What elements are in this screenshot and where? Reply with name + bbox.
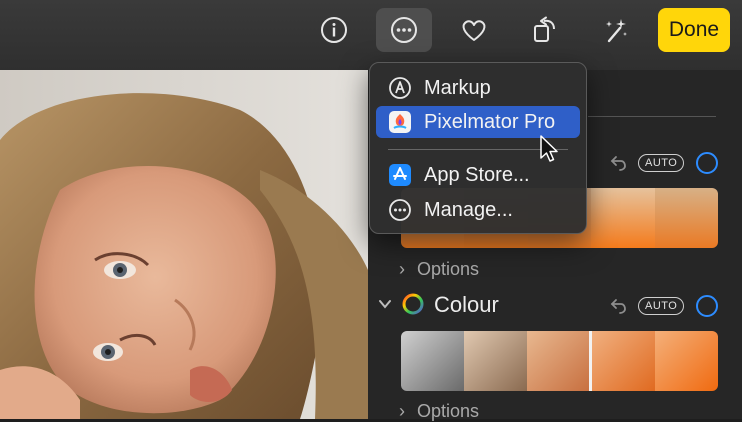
auto-enhance-magic-wand-icon <box>606 19 627 43</box>
light-options-row[interactable]: › Options <box>399 259 479 280</box>
chevron-right-icon: › <box>399 259 405 279</box>
rotate-icon <box>534 16 555 42</box>
menu-item-manage[interactable]: Manage... <box>376 194 580 226</box>
pixelmator-pro-app-icon <box>388 110 412 134</box>
auto-enhance-button[interactable] <box>587 8 643 52</box>
menu-item-label: Manage... <box>424 198 513 221</box>
colour-wheel-icon <box>402 293 424 315</box>
manage-more-icon <box>388 198 412 222</box>
colour-thumbnail-strip[interactable] <box>401 331 718 391</box>
favorite-heart-icon <box>462 20 486 41</box>
favorite-button[interactable] <box>446 8 502 52</box>
colour-section-title: Colour <box>434 292 499 317</box>
portrait-photo <box>0 70 368 419</box>
colour-toggle[interactable] <box>696 295 718 317</box>
light-toggle[interactable] <box>696 152 718 174</box>
chevron-down-icon[interactable] <box>377 296 393 312</box>
menu-item-label: Markup <box>424 76 491 99</box>
light-auto-badge[interactable]: AUTO <box>638 154 685 172</box>
app-store-icon <box>388 163 412 187</box>
rotate-button[interactable] <box>517 8 573 52</box>
info-button[interactable] <box>306 8 362 52</box>
thumbnail-selected <box>589 331 656 391</box>
thumbnail <box>654 188 718 248</box>
thumbnail <box>526 331 590 391</box>
mouse-cursor-icon <box>540 135 558 162</box>
markup-icon <box>388 76 412 100</box>
revert-icon[interactable] <box>610 297 628 315</box>
done-button[interactable]: Done <box>658 8 730 52</box>
revert-icon[interactable] <box>610 154 628 172</box>
colour-auto-badge[interactable]: AUTO <box>638 297 685 315</box>
options-label: Options <box>417 401 480 421</box>
thumbnail <box>591 188 655 248</box>
menu-item-label: App Store... <box>424 163 530 186</box>
more-options-button[interactable] <box>376 8 432 52</box>
more-options-icon <box>391 17 417 43</box>
toolbar: Done <box>0 0 742 71</box>
thumbnail <box>463 331 527 391</box>
thumbnail <box>401 331 464 391</box>
menu-item-markup[interactable]: Markup <box>376 72 580 104</box>
photo-canvas[interactable] <box>0 70 368 419</box>
panel-divider <box>588 116 716 117</box>
menu-item-label: Pixelmator Pro <box>424 110 556 133</box>
options-label: Options <box>417 259 480 279</box>
thumbnail <box>655 331 718 391</box>
info-icon <box>321 17 347 43</box>
